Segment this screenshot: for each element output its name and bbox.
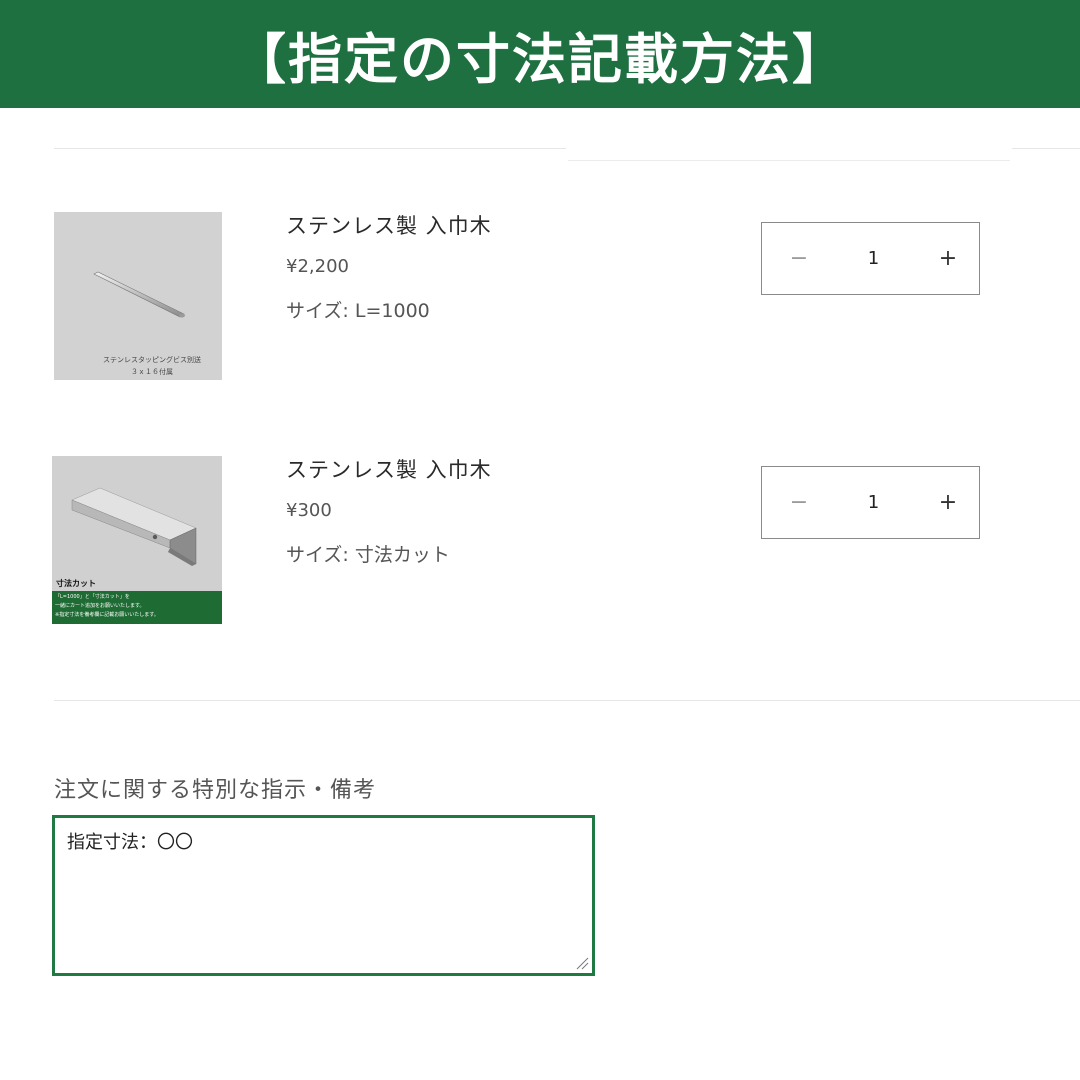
quantity-value[interactable]: 1 <box>868 248 879 269</box>
caption-line: ３ｘ１６付属 <box>131 368 173 376</box>
divider <box>568 160 1010 161</box>
size-label: サイズ: <box>286 300 349 322</box>
quantity-stepper[interactable]: − 1 + <box>761 466 980 539</box>
size-value: 寸法カット <box>354 544 450 566</box>
divider <box>1012 148 1080 149</box>
header-banner: 【指定の寸法記載方法】 <box>0 0 1080 108</box>
size-label: サイズ: <box>286 544 349 566</box>
note-line: 一緒にカート追加をお願いいたします。 <box>55 603 145 609</box>
decrease-quantity-button[interactable]: − <box>788 246 810 271</box>
banner-title: 【指定の寸法記載方法】 <box>232 27 848 91</box>
size-value: L=1000 <box>354 300 430 322</box>
product-name[interactable]: ステンレス製 入巾木 <box>286 454 492 484</box>
order-notes-textarea[interactable]: 指定寸法：〇〇 <box>52 815 595 976</box>
product-image-label: 寸法カット <box>56 579 96 588</box>
product-size: サイズ: L=1000 <box>286 296 430 323</box>
stainless-baseboard-image <box>71 487 197 566</box>
note-line: 「L=1000」と「寸法カット」を <box>55 594 130 600</box>
note-line: ※指定寸法を備考欄に記載お願いいたします。 <box>55 612 159 618</box>
order-notes-label: 注文に関する特別な指示・備考 <box>54 778 377 803</box>
caption-line: ステンレスタッピングビス別送 <box>103 356 201 364</box>
product-image-rod[interactable]: ステンレスタッピングビス別送 ３ｘ１６付属 <box>54 212 222 380</box>
product-image-caption: ステンレスタッピングビス別送 ３ｘ１６付属 <box>54 354 222 378</box>
quantity-stepper[interactable]: − 1 + <box>761 222 980 295</box>
product-price: ¥2,200 <box>286 256 349 277</box>
product-image-baseboard[interactable]: 寸法カット 「L=1000」と「寸法カット」を 一緒にカート追加をお願いいたしま… <box>52 456 222 624</box>
quantity-value[interactable]: 1 <box>868 492 879 513</box>
product-image-note: 「L=1000」と「寸法カット」を 一緒にカート追加をお願いいたします。 ※指定… <box>52 591 222 624</box>
increase-quantity-button[interactable]: + <box>937 490 959 515</box>
decrease-quantity-button[interactable]: − <box>788 490 810 515</box>
product-size: サイズ: 寸法カット <box>286 540 450 567</box>
increase-quantity-button[interactable]: + <box>937 246 959 271</box>
product-name[interactable]: ステンレス製 入巾木 <box>286 210 492 240</box>
divider <box>54 148 566 149</box>
resize-handle-icon[interactable] <box>574 955 590 971</box>
product-price: ¥300 <box>286 500 332 521</box>
divider <box>54 700 1080 701</box>
